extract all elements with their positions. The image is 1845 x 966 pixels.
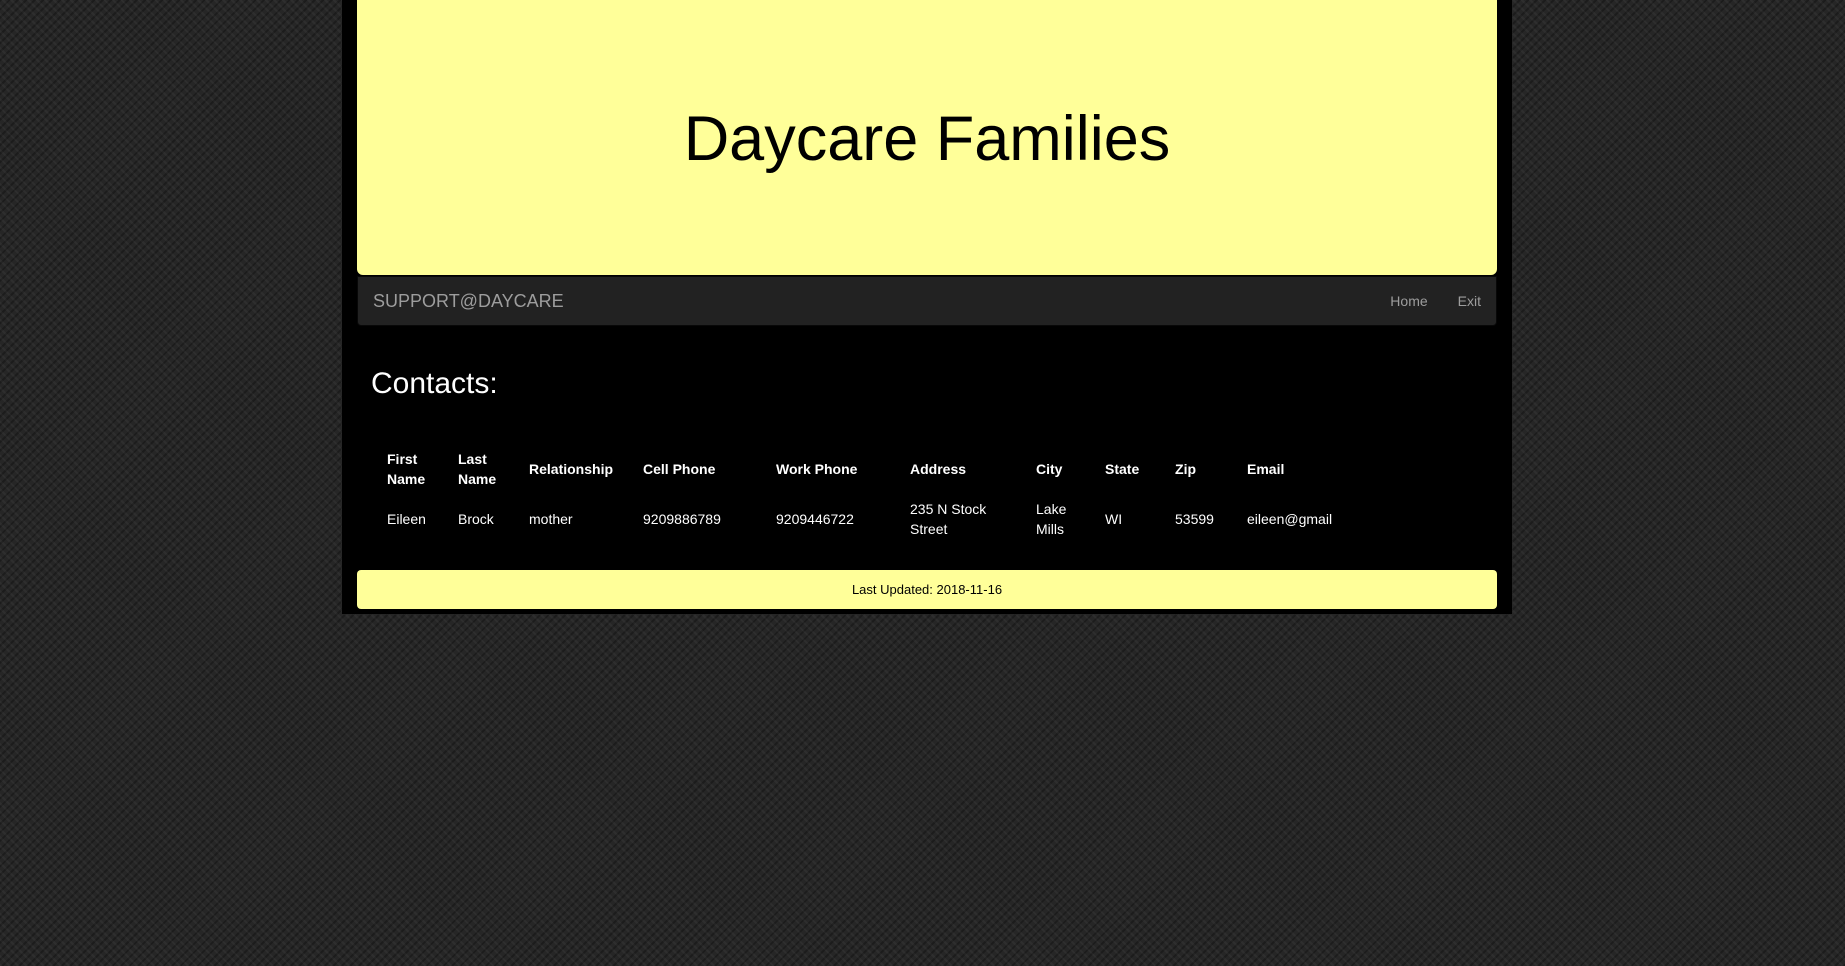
column-header-cell-phone: Cell Phone (643, 461, 716, 477)
footer: Last Updated: 2018-11-16 (357, 570, 1497, 609)
contacts-heading: Contacts: (371, 367, 498, 400)
column-header-first-name: First Name (387, 451, 426, 487)
column-header-last-name: Last Name (458, 451, 497, 487)
page-container: Daycare Families SUPPORT@DAYCARE Home Ex… (342, 0, 1512, 614)
cell-state: WI (1105, 511, 1123, 527)
column-header-work-phone: Work Phone (776, 461, 858, 477)
cell-first-name: Eileen (387, 511, 426, 527)
page-title: Daycare Families (683, 103, 1171, 174)
cell-zip: 53599 (1175, 511, 1214, 527)
column-header-state: State (1105, 461, 1140, 477)
column-header-city: City (1036, 461, 1063, 477)
nav-link-home[interactable]: Home (1375, 277, 1442, 325)
cell-work-phone: 9209446722 (776, 511, 854, 527)
contacts-table: First Name Last Name Relationship Cell P… (372, 444, 1482, 544)
column-header-address: Address (910, 461, 967, 477)
table-header: First Name Last Name Relationship Cell P… (372, 444, 1482, 494)
cell-city: Lake Mills (1036, 501, 1067, 537)
cell-cell-phone: 9209886789 (643, 511, 721, 527)
column-header-zip: Zip (1175, 461, 1197, 477)
header-banner: Daycare Families (357, 0, 1497, 275)
column-header-relationship: Relationship (529, 461, 614, 477)
navbar-brand[interactable]: SUPPORT@DAYCARE (373, 277, 564, 325)
cell-last-name: Brock (458, 511, 494, 527)
nav-links: Home Exit (1375, 277, 1496, 325)
cell-email: eileen@gmail (1247, 511, 1333, 527)
header-row: First Name Last Name Relationship Cell P… (372, 444, 1482, 494)
table-row: Eileen Brock mother 9209886789 920944672… (372, 494, 1482, 544)
last-updated-text: Last Updated: 2018-11-16 (851, 582, 1003, 597)
cell-relationship: mother (529, 511, 573, 527)
navbar: SUPPORT@DAYCARE Home Exit (357, 276, 1497, 326)
cell-address: 235 N Stock Street (910, 501, 987, 537)
column-header-email: Email (1247, 461, 1285, 477)
table-body: Eileen Brock mother 9209886789 920944672… (372, 494, 1482, 544)
nav-link-exit[interactable]: Exit (1443, 277, 1496, 325)
